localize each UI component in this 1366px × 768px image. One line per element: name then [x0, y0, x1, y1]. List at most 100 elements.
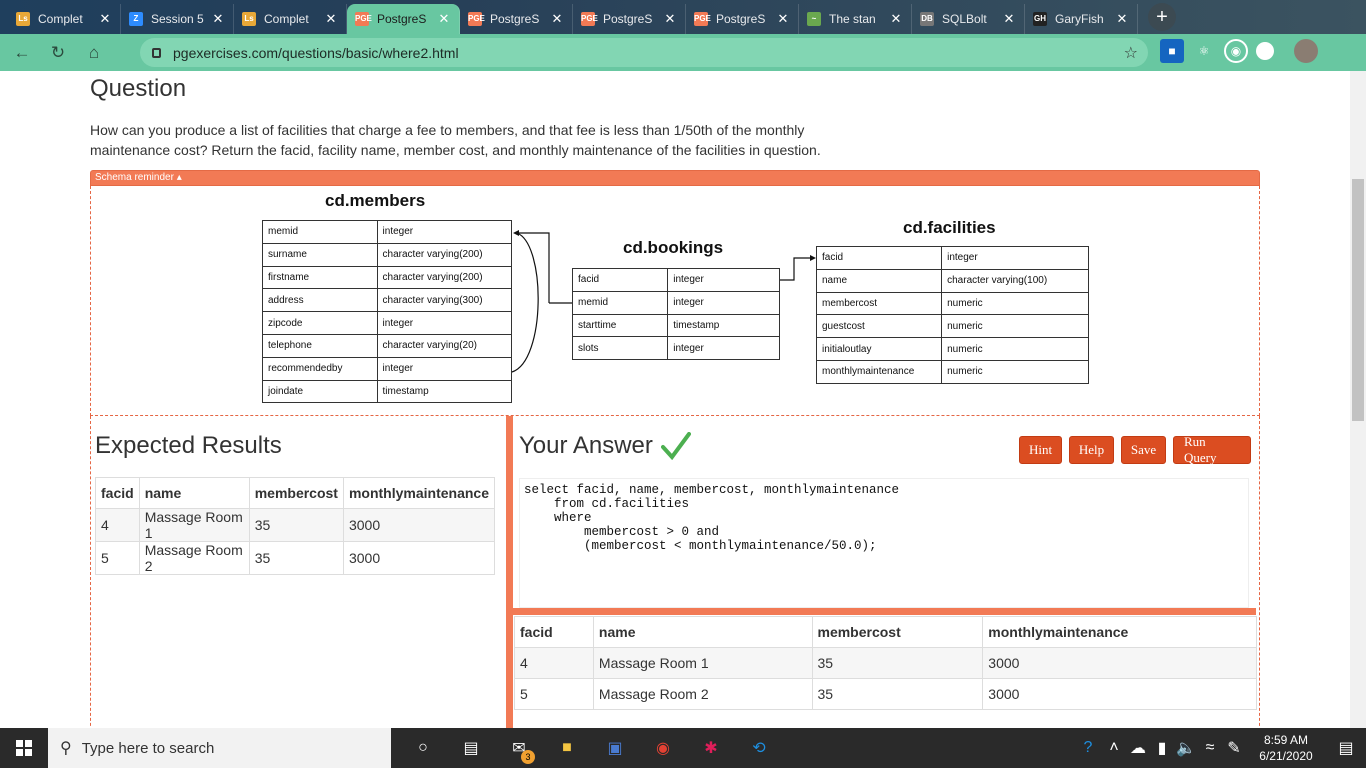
clock-date: 6/21/2020	[1259, 749, 1313, 763]
relationship-arrows	[511, 230, 816, 373]
task-view-icon[interactable]: ▤	[449, 728, 493, 768]
cortana-icon[interactable]: ○	[401, 728, 445, 768]
react-devtools-icon[interactable]: ⚛	[1192, 39, 1216, 63]
address-bar[interactable]: pgexercises.com/questions/basic/where2.h…	[140, 38, 1148, 67]
chevron-up-icon[interactable]: ˄	[1102, 728, 1126, 768]
browser-tab[interactable]: Z Session 5 ✕	[121, 4, 234, 34]
column-header: monthlymaintenance	[342, 477, 496, 509]
column-header: monthlymaintenance	[982, 616, 1257, 648]
lock-icon	[152, 47, 161, 58]
tab-close-icon[interactable]: ✕	[1002, 11, 1016, 27]
wifi-icon[interactable]: ≈	[1198, 728, 1222, 768]
tab-title: SQLBolt	[942, 12, 987, 26]
tab-close-icon[interactable]: ✕	[776, 11, 790, 27]
search-icon: ⚲	[60, 740, 72, 757]
hint-button[interactable]: Hint	[1019, 436, 1062, 464]
table-row: 4 Massage Room 1 35 3000	[514, 647, 1257, 679]
tab-favicon-icon: PGE	[355, 12, 372, 26]
slack-icon[interactable]: ✱	[689, 728, 733, 768]
table-cell: 3000	[982, 678, 1257, 710]
help-icon[interactable]: ?	[1074, 728, 1102, 768]
browser-tab[interactable]: PGE PostgreS ✕	[347, 4, 460, 34]
file-explorer-icon[interactable]: ■	[545, 728, 589, 768]
reload-icon[interactable]: ↻	[44, 39, 72, 67]
column-header: facid	[95, 477, 140, 509]
browser-tab[interactable]: GH GaryFish ✕	[1025, 4, 1138, 34]
run-query-button[interactable]: Run Query	[1173, 434, 1251, 465]
column-header: name	[138, 477, 250, 509]
question-heading: Question	[90, 75, 187, 102]
back-icon[interactable]: ←	[8, 39, 36, 67]
column-header: membercost	[811, 616, 984, 648]
profile-avatar[interactable]	[1294, 39, 1318, 63]
tab-favicon-icon: ~	[807, 12, 821, 26]
notifications-icon[interactable]: ▤	[1326, 728, 1366, 768]
question-text: How can you produce a list of facilities…	[90, 122, 821, 158]
column-header: membercost	[248, 477, 344, 509]
tab-close-icon[interactable]: ✕	[437, 11, 451, 27]
terminal-icon[interactable]: ▣	[593, 728, 637, 768]
tab-close-icon[interactable]: ✕	[98, 11, 112, 27]
chrome-icon[interactable]: ◉	[641, 728, 685, 768]
schema-reminder-toggle[interactable]: Schema reminder ▴	[90, 170, 1260, 186]
table-cell: Massage Room 1	[592, 647, 813, 679]
clock-time: 8:59 AM	[1263, 733, 1309, 747]
browser-tab[interactable]: ~ The stan ✕	[799, 4, 912, 34]
tab-title: Session 5	[151, 12, 204, 26]
table-cell: Massage Room 2	[138, 541, 250, 575]
column-header: name	[592, 616, 813, 648]
code-line: (membercost < monthlymaintenance/50.0);	[524, 539, 877, 553]
vscode-icon[interactable]: ⟲	[737, 728, 781, 768]
tab-close-icon[interactable]: ✕	[663, 11, 677, 27]
scrollbar-thumb[interactable]	[1352, 179, 1364, 421]
tab-close-icon[interactable]: ✕	[1115, 11, 1129, 27]
help-button[interactable]: Help	[1069, 436, 1114, 464]
bookmark-star-icon[interactable]: ☆	[1124, 43, 1138, 63]
browser-tab[interactable]: DB SQLBolt ✕	[912, 4, 1025, 34]
browser-tab[interactable]: Ls Complet ✕	[8, 4, 121, 34]
table-cell: 4	[514, 647, 594, 679]
table-cell: 35	[811, 678, 984, 710]
tab-close-icon[interactable]: ✕	[550, 11, 564, 27]
table-cell: 4	[95, 508, 140, 542]
battery-icon[interactable]: ▮	[1150, 728, 1174, 768]
extension-icon[interactable]	[1256, 42, 1274, 60]
record-extension-icon[interactable]: ◉	[1224, 39, 1248, 63]
browser-tab[interactable]: PGE PostgreS ✕	[460, 4, 573, 34]
pen-icon[interactable]: ✎	[1222, 728, 1246, 768]
table-cell: Massage Room 2	[592, 678, 813, 710]
browser-tab[interactable]: PGE PostgreS ✕	[573, 4, 686, 34]
start-button[interactable]	[0, 728, 48, 768]
sql-editor[interactable]: select facid, name, membercost, monthlym…	[519, 478, 1249, 608]
tab-close-icon[interactable]: ✕	[211, 11, 225, 27]
editor-resize-bar[interactable]	[513, 608, 1256, 615]
table-row: 5 Massage Room 2 35 3000	[95, 541, 496, 575]
taskbar-search-box[interactable]: ⚲ Type here to search	[48, 728, 391, 768]
clock[interactable]: 8:59 AM 6/21/2020	[1246, 732, 1326, 764]
code-line: membercost > 0 and	[524, 525, 720, 539]
results-area: Expected Results facid name membercost mont…	[90, 416, 1260, 728]
table-cell: 35	[811, 647, 984, 679]
tab-favicon-icon: PGE	[468, 12, 485, 26]
tab-favicon-icon: Ls	[16, 12, 30, 26]
browser-tab[interactable]: Ls Complet ✕	[234, 4, 347, 34]
home-icon[interactable]: ⌂	[80, 39, 108, 67]
zoom-extension-icon[interactable]: ■	[1160, 39, 1184, 63]
tab-title: Complet	[264, 12, 309, 26]
tab-title: The stan	[829, 12, 876, 26]
browser-tab[interactable]: PGE PostgreS ✕	[686, 4, 799, 34]
new-tab-button[interactable]: +	[1148, 3, 1176, 31]
code-line: where	[524, 511, 592, 525]
taskbar-apps: ○ ▤ ✉ 3 ■ ▣ ◉ ✱ ⟲	[401, 728, 781, 768]
tab-favicon-icon: Z	[129, 12, 143, 26]
tab-title: PostgreS	[377, 12, 427, 26]
tab-close-icon[interactable]: ✕	[324, 11, 338, 27]
page-scrollbar[interactable]	[1350, 71, 1366, 728]
volume-icon[interactable]: 🔈	[1174, 728, 1198, 768]
save-button[interactable]: Save	[1121, 436, 1166, 464]
mail-icon[interactable]: ✉ 3	[497, 728, 541, 768]
pane-divider[interactable]	[506, 416, 513, 728]
tab-favicon-icon: PGE	[694, 12, 711, 26]
cloud-icon[interactable]: ☁	[1126, 728, 1150, 768]
tab-close-icon[interactable]: ✕	[889, 11, 903, 27]
